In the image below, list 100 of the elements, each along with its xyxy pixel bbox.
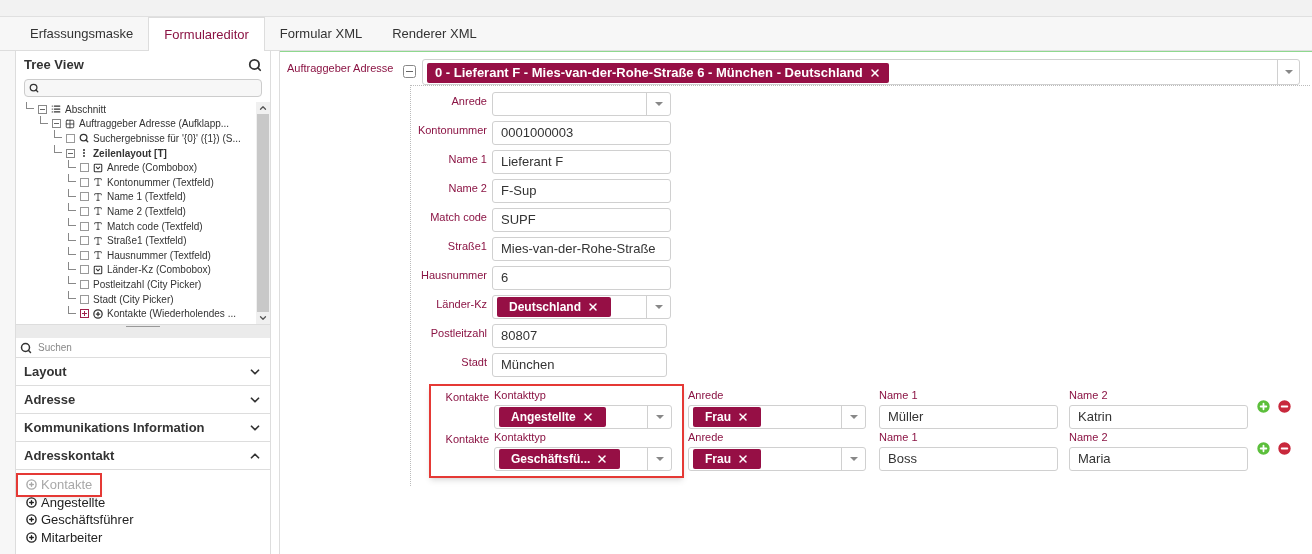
accordion-header[interactable]: Adresskontakt <box>16 442 270 470</box>
search-icon[interactable] <box>248 58 262 72</box>
palette-item[interactable]: Mitarbeiter <box>26 527 103 547</box>
tree-node[interactable]: Suchergebnisse für '{0}' ({1}) (S... <box>93 131 241 146</box>
field-label: Kontakte <box>444 432 490 447</box>
input-field[interactable]: SUPF <box>492 208 671 232</box>
combobox[interactable]: Angestellte <box>494 405 672 429</box>
node-box-icon <box>80 250 89 260</box>
collapse-icon[interactable] <box>52 119 61 129</box>
input-field[interactable]: Boss <box>879 447 1058 471</box>
field-label: Anrede <box>688 431 725 444</box>
search-field[interactable]: Suchen <box>38 340 72 355</box>
input-field[interactable]: Maria <box>1069 447 1248 471</box>
tree-node[interactable]: Anrede (Combobox) <box>107 160 198 176</box>
splitter-handle[interactable] <box>126 326 160 327</box>
text-icon <box>93 206 103 217</box>
remove-icon[interactable] <box>737 453 749 465</box>
caret-icon <box>654 102 663 106</box>
palette-item[interactable]: Geschäftsführer <box>26 510 134 530</box>
tree-node[interactable]: Straße1 (Textfeld) <box>107 233 187 249</box>
field-label: Name 2 <box>447 181 488 196</box>
section-title: Adresse <box>24 390 76 409</box>
combobox[interactable]: Deutschland <box>492 295 671 319</box>
field-label: Hausnummer <box>419 268 488 283</box>
input-field[interactable]: Lieferant F <box>492 150 671 174</box>
panel-title: Tree View <box>24 56 84 75</box>
text-icon <box>93 235 103 246</box>
collapse-icon[interactable] <box>66 148 75 158</box>
field-label: Anrede <box>688 389 725 402</box>
field-label: Match code <box>429 210 488 225</box>
input-field[interactable]: 80807 <box>492 324 667 348</box>
accordion-header[interactable]: Layout <box>16 358 270 386</box>
search-icon <box>20 341 32 354</box>
tree-node[interactable]: Kontonummer (Textfeld) <box>107 174 214 190</box>
combobox[interactable]: Geschäftsfü... <box>494 447 672 471</box>
field-label: Kontonummer <box>416 123 488 138</box>
tag-text: Frau <box>705 409 731 426</box>
plus-circle-icon <box>26 514 37 526</box>
remove-icon[interactable] <box>868 66 881 79</box>
node-box-icon <box>80 294 89 304</box>
input-field[interactable]: F-Sup <box>492 179 671 203</box>
field-label: Name 2 <box>1069 431 1109 444</box>
remove-icon[interactable] <box>581 411 594 423</box>
remove-icon[interactable] <box>596 453 609 465</box>
tree-node[interactable]: Auftraggeber Adresse (Aufklapp... <box>79 116 230 132</box>
palette-item[interactable]: Angestellte <box>26 492 106 512</box>
input-field[interactable]: 0001000003 <box>492 121 671 145</box>
search-icon <box>79 133 89 144</box>
tree-node[interactable]: Kontakte (Wiederholendes ... <box>107 306 236 322</box>
tab[interactable]: Erfassungsmaske <box>15 17 149 50</box>
input-field[interactable]: Katrin <box>1069 405 1248 429</box>
tree-node[interactable]: Name 2 (Textfeld) <box>107 203 186 219</box>
search-field[interactable] <box>24 79 262 97</box>
remove-icon[interactable] <box>737 411 749 423</box>
input-field[interactable]: Mies-van-der-Rohe-Straße <box>492 237 671 261</box>
caret-icon <box>849 415 858 419</box>
tab[interactable]: Formular XML <box>264 17 378 50</box>
collapse-icon[interactable] <box>403 65 416 78</box>
combobox[interactable]: Frau <box>688 447 866 471</box>
plus-circle-icon <box>93 308 103 319</box>
remove-icon[interactable] <box>587 301 599 313</box>
tree-node[interactable]: Name 1 (Textfeld) <box>107 189 186 205</box>
expand-icon[interactable] <box>80 309 89 319</box>
text-icon <box>93 221 103 232</box>
plus-circle-icon <box>26 496 37 508</box>
dropdown-icon <box>93 162 103 173</box>
field-label: Auftraggeber Adresse <box>287 61 395 76</box>
tree-node[interactable]: Postleitzahl (City Picker) <box>93 276 202 292</box>
caret-icon <box>1284 70 1293 74</box>
remove-icon[interactable] <box>1276 440 1293 457</box>
input-field[interactable]: Müller <box>879 405 1058 429</box>
node-box-icon <box>80 221 89 231</box>
accordion-header[interactable]: Adresse <box>16 386 270 414</box>
tree-node[interactable]: Länder-Kz (Combobox) <box>107 262 211 278</box>
caret-icon <box>655 457 664 461</box>
section-title: Kommunikations Information <box>24 418 205 437</box>
tree-node[interactable]: Match code (Textfeld) <box>107 218 203 234</box>
scrollbar[interactable] <box>256 102 270 324</box>
node-box-icon <box>66 134 75 143</box>
field-label: Straße1 <box>446 239 488 254</box>
field-label: Postleitzahl <box>429 326 488 341</box>
tree-node[interactable]: Zeilenlayout [T] <box>93 145 167 161</box>
collapse-icon[interactable] <box>38 104 47 114</box>
tag-text: Deutschland <box>509 299 581 316</box>
tree-node[interactable]: Abschnitt <box>65 102 107 117</box>
input-field[interactable]: München <box>492 353 667 377</box>
accordion-header[interactable]: Kommunikations Information <box>16 414 270 442</box>
tab[interactable]: Formulareditor <box>148 17 265 51</box>
caret-icon <box>849 457 858 461</box>
plus-circle-icon <box>26 479 37 491</box>
combobox[interactable]: Frau <box>688 405 866 429</box>
combobox[interactable]: 0 - Lieferant F - Mies-van-der-Rohe-Straße 6 - München - Deutschland <box>422 59 1300 85</box>
tag-text: 0 - Lieferant F - Mies-van-der-Rohe-Straße 6 - München - Deutschland <box>435 64 863 82</box>
tab[interactable]: Renderer XML <box>377 17 492 50</box>
field-label: Kontakttyp <box>494 431 547 444</box>
tree-node[interactable]: Stadt (City Picker) <box>93 291 174 307</box>
tree-node[interactable]: Hausnummer (Textfeld) <box>107 247 211 263</box>
caret-icon <box>655 415 664 419</box>
input-field[interactable]: 6 <box>492 266 671 290</box>
remove-icon[interactable] <box>1276 398 1293 415</box>
